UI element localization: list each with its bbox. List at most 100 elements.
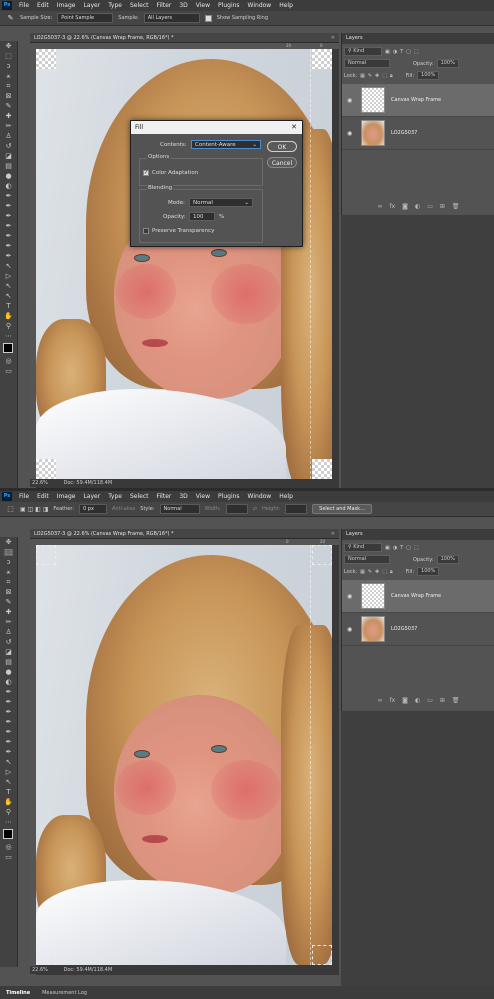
direct-select-icon[interactable]: ▷	[4, 769, 13, 776]
lock-image-icon[interactable]: ✎	[368, 73, 372, 79]
menu-help[interactable]: Help	[275, 0, 297, 11]
feather-input[interactable]: 0 px	[79, 504, 108, 514]
mode-select[interactable]: Normal ⌄	[189, 198, 253, 207]
contents-select[interactable]: Content-Aware ⌄	[191, 140, 261, 149]
close-icon[interactable]: ✕	[331, 529, 335, 539]
menu-edit[interactable]: Edit	[33, 491, 53, 502]
visibility-eye-icon[interactable]: ◉	[347, 130, 355, 137]
document-tab[interactable]: LO2G5037-3 @ 22.6% (Canvas Wrap Frame, R…	[30, 33, 339, 43]
layer-row[interactable]: ◉ Canvas Wrap Frame	[342, 580, 494, 613]
more-tools-icon[interactable]: ⋯	[4, 333, 13, 340]
link-layers-icon[interactable]: ∞	[377, 203, 382, 210]
path-select-icon[interactable]: ↖	[4, 779, 13, 786]
history-brush-icon[interactable]: ↺	[4, 639, 13, 646]
pen-alt2-icon[interactable]: ✒	[4, 253, 13, 260]
menu-type[interactable]: Type	[104, 491, 126, 502]
blur-tool-icon[interactable]: ●	[4, 669, 13, 676]
marquee-tool-icon[interactable]: ⬚	[4, 53, 13, 60]
menu-file[interactable]: File	[15, 0, 33, 11]
foreground-color-swatch[interactable]	[2, 343, 13, 353]
frame-tool-icon[interactable]: ⊠	[4, 93, 13, 100]
pen-variant-icon[interactable]: ✒	[4, 203, 13, 210]
lock-all-icon[interactable]: 🔒︎	[390, 569, 393, 575]
eyedropper-icon[interactable]: ✎	[4, 103, 13, 110]
layer-row[interactable]: ◉ LO2G5037	[342, 117, 494, 150]
menu-3d[interactable]: 3D	[175, 0, 191, 11]
tab-timeline[interactable]: Timeline	[0, 990, 36, 996]
type-tool-icon[interactable]: T	[4, 789, 13, 796]
opacity-input[interactable]: 100	[189, 212, 215, 221]
anchor-point-icon[interactable]: ✒	[4, 729, 13, 736]
menu-filter[interactable]: Filter	[153, 491, 176, 502]
status-zoom[interactable]: 22.6%	[32, 967, 48, 973]
layer-name[interactable]: Canvas Wrap Frame	[391, 97, 441, 103]
blend-mode-select[interactable]: Normal	[344, 59, 390, 68]
cancel-button[interactable]: Cancel	[267, 157, 297, 168]
path-tool-icon[interactable]: ↖	[4, 759, 13, 766]
blend-mode-select[interactable]: Normal	[344, 555, 390, 564]
menu-plugins[interactable]: Plugins	[214, 0, 244, 11]
menu-edit[interactable]: Edit	[33, 0, 53, 11]
pen-variant-icon[interactable]: ✒	[4, 699, 13, 706]
lasso-tool-icon[interactable]: ↄ	[4, 63, 13, 70]
menu-plugins[interactable]: Plugins	[214, 491, 244, 502]
filter-smart-object-icon[interactable]: ⬚	[414, 545, 419, 551]
marquee-tool-icon[interactable]: ⬚	[4, 549, 13, 556]
crop-tool-icon[interactable]: ⌗	[4, 579, 13, 586]
menu-layer[interactable]: Layer	[79, 491, 104, 502]
curvature-pen-icon[interactable]: ✒	[4, 213, 13, 220]
canvas-area[interactable]: 0 20 22.6% Doc: 59.4M/118.4M	[30, 539, 339, 975]
path-tool-icon[interactable]: ↖	[4, 263, 13, 270]
quick-mask-icon[interactable]: ◎	[4, 358, 13, 365]
select-and-mask-button[interactable]: Select and Mask...	[312, 504, 372, 514]
gradient-tool-icon[interactable]: ▤	[4, 163, 13, 170]
trash-icon[interactable]: 🗑︎	[452, 697, 460, 704]
hand-tool-icon[interactable]: ✋	[4, 313, 13, 320]
layer-row[interactable]: ◉ Canvas Wrap Frame	[342, 84, 494, 117]
lock-image-icon[interactable]: ✎	[368, 569, 372, 575]
quick-mask-icon[interactable]: ◎	[4, 844, 13, 851]
brush-tool-icon[interactable]: ✏	[4, 619, 13, 626]
close-icon[interactable]: ✕	[291, 121, 297, 134]
gradient-tool-icon[interactable]: ▤	[4, 659, 13, 666]
fill-field[interactable]: 100%	[417, 567, 440, 576]
kind-filter-select[interactable]: ⚲ Kind	[344, 47, 382, 56]
filter-pixel-icon[interactable]: ▣	[385, 49, 390, 55]
path-select-icon[interactable]: ↖	[4, 283, 13, 290]
color-swatches[interactable]	[2, 343, 17, 357]
direct-select-alt-icon[interactable]: ↖	[4, 293, 13, 300]
tab-measurement-log[interactable]: Measurement Log	[36, 990, 93, 996]
filter-shape-icon[interactable]: ▢	[406, 545, 411, 551]
document-image[interactable]	[36, 49, 332, 479]
pen-alt2-icon[interactable]: ✒	[4, 749, 13, 756]
ok-button[interactable]: OK	[267, 141, 297, 152]
zoom-tool-icon[interactable]: ⚲	[4, 323, 13, 330]
healing-brush-icon[interactable]: ✚	[4, 113, 13, 120]
layers-panel-tab[interactable]: Layers	[342, 529, 494, 540]
blur-tool-icon[interactable]: ●	[4, 173, 13, 180]
eyedropper-icon[interactable]: ✎	[4, 599, 13, 606]
filter-type-icon[interactable]: T	[400, 545, 403, 551]
close-icon[interactable]: ✕	[331, 33, 335, 43]
fill-field[interactable]: 100%	[417, 71, 440, 80]
lock-artboard-icon[interactable]: ⬚	[382, 569, 387, 575]
visibility-eye-icon[interactable]: ◉	[347, 593, 355, 600]
lock-position-icon[interactable]: ✥	[375, 73, 379, 79]
filter-shape-icon[interactable]: ▢	[406, 49, 411, 55]
layers-panel-tab[interactable]: Layers	[342, 33, 494, 44]
zoom-tool-icon[interactable]: ⚲	[4, 809, 13, 816]
menu-select[interactable]: Select	[126, 0, 153, 11]
menu-window[interactable]: Window	[244, 0, 276, 11]
trash-icon[interactable]: 🗑︎	[452, 203, 460, 210]
document-image[interactable]	[36, 545, 332, 965]
status-zoom[interactable]: 22.6%	[32, 480, 48, 486]
clone-stamp-icon[interactable]: ♙	[4, 133, 13, 140]
add-mask-icon[interactable]: ◙	[402, 697, 408, 704]
crop-tool-icon[interactable]: ⌗	[4, 83, 13, 90]
anchor-point-icon[interactable]: ✒	[4, 233, 13, 240]
menu-view[interactable]: View	[192, 491, 214, 502]
layer-name[interactable]: LO2G5037	[391, 130, 417, 136]
kind-filter-select[interactable]: ⚲ Kind	[344, 543, 382, 552]
screen-mode-icon[interactable]: ▭	[4, 368, 13, 375]
new-layer-icon[interactable]: ⊞	[440, 203, 445, 210]
